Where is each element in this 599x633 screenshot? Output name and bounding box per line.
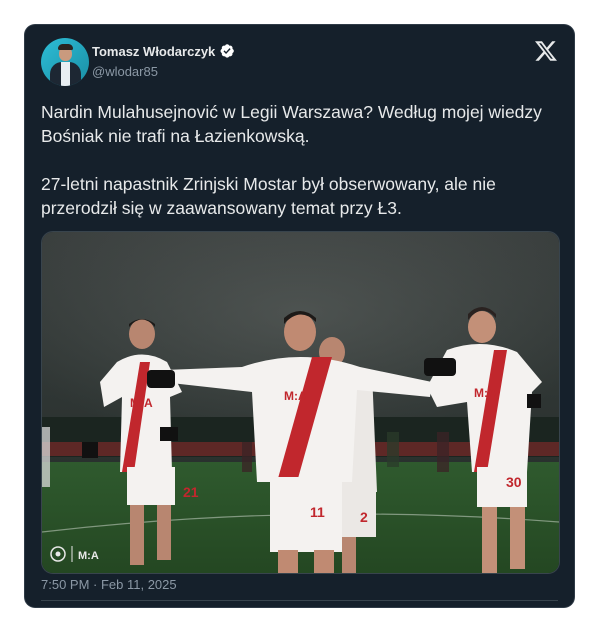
player-right-sponsor: M:A <box>474 386 497 400</box>
football-celebration-photo: M:A M:A M:A 21 11 2 30 M:A <box>42 232 559 573</box>
tweet-photo[interactable]: M:A M:A M:A 21 11 2 30 M:A <box>41 231 560 574</box>
tweet-text: Nardin Mulahusejnović w Legii Warszawa? … <box>41 100 561 220</box>
player-center-sponsor: M:A <box>284 389 307 403</box>
tweet-card: Tomasz Włodarczyk @wlodar85 Nardin Mulah… <box>25 25 574 607</box>
player-left-number: 21 <box>183 484 199 500</box>
x-logo-icon[interactable] <box>534 39 558 63</box>
player-center-number: 11 <box>310 504 325 520</box>
player-hidden-number: 2 <box>360 509 368 525</box>
watermark-text: M:A <box>78 550 99 562</box>
tweet-timestamp[interactable]: 7:50 PM · Feb 11, 2025 <box>41 577 177 592</box>
divider <box>41 600 558 601</box>
avatar-hair <box>58 44 73 50</box>
tweet-paragraph-1: Nardin Mulahusejnović w Legii Warszawa? … <box>41 102 542 146</box>
player-left-sponsor: M:A <box>130 396 153 410</box>
tweet-paragraph-2: 27-letni napastnik Zrinjski Mostar był o… <box>41 174 496 218</box>
author-handle[interactable]: @wlodar85 <box>92 64 158 79</box>
author-display-name[interactable]: Tomasz Włodarczyk <box>92 44 215 59</box>
player-right-number: 30 <box>506 474 522 490</box>
author-name-row: Tomasz Włodarczyk <box>92 43 235 59</box>
verified-badge-icon <box>220 44 235 58</box>
author-avatar[interactable] <box>41 38 89 86</box>
avatar-shirt <box>61 62 70 86</box>
